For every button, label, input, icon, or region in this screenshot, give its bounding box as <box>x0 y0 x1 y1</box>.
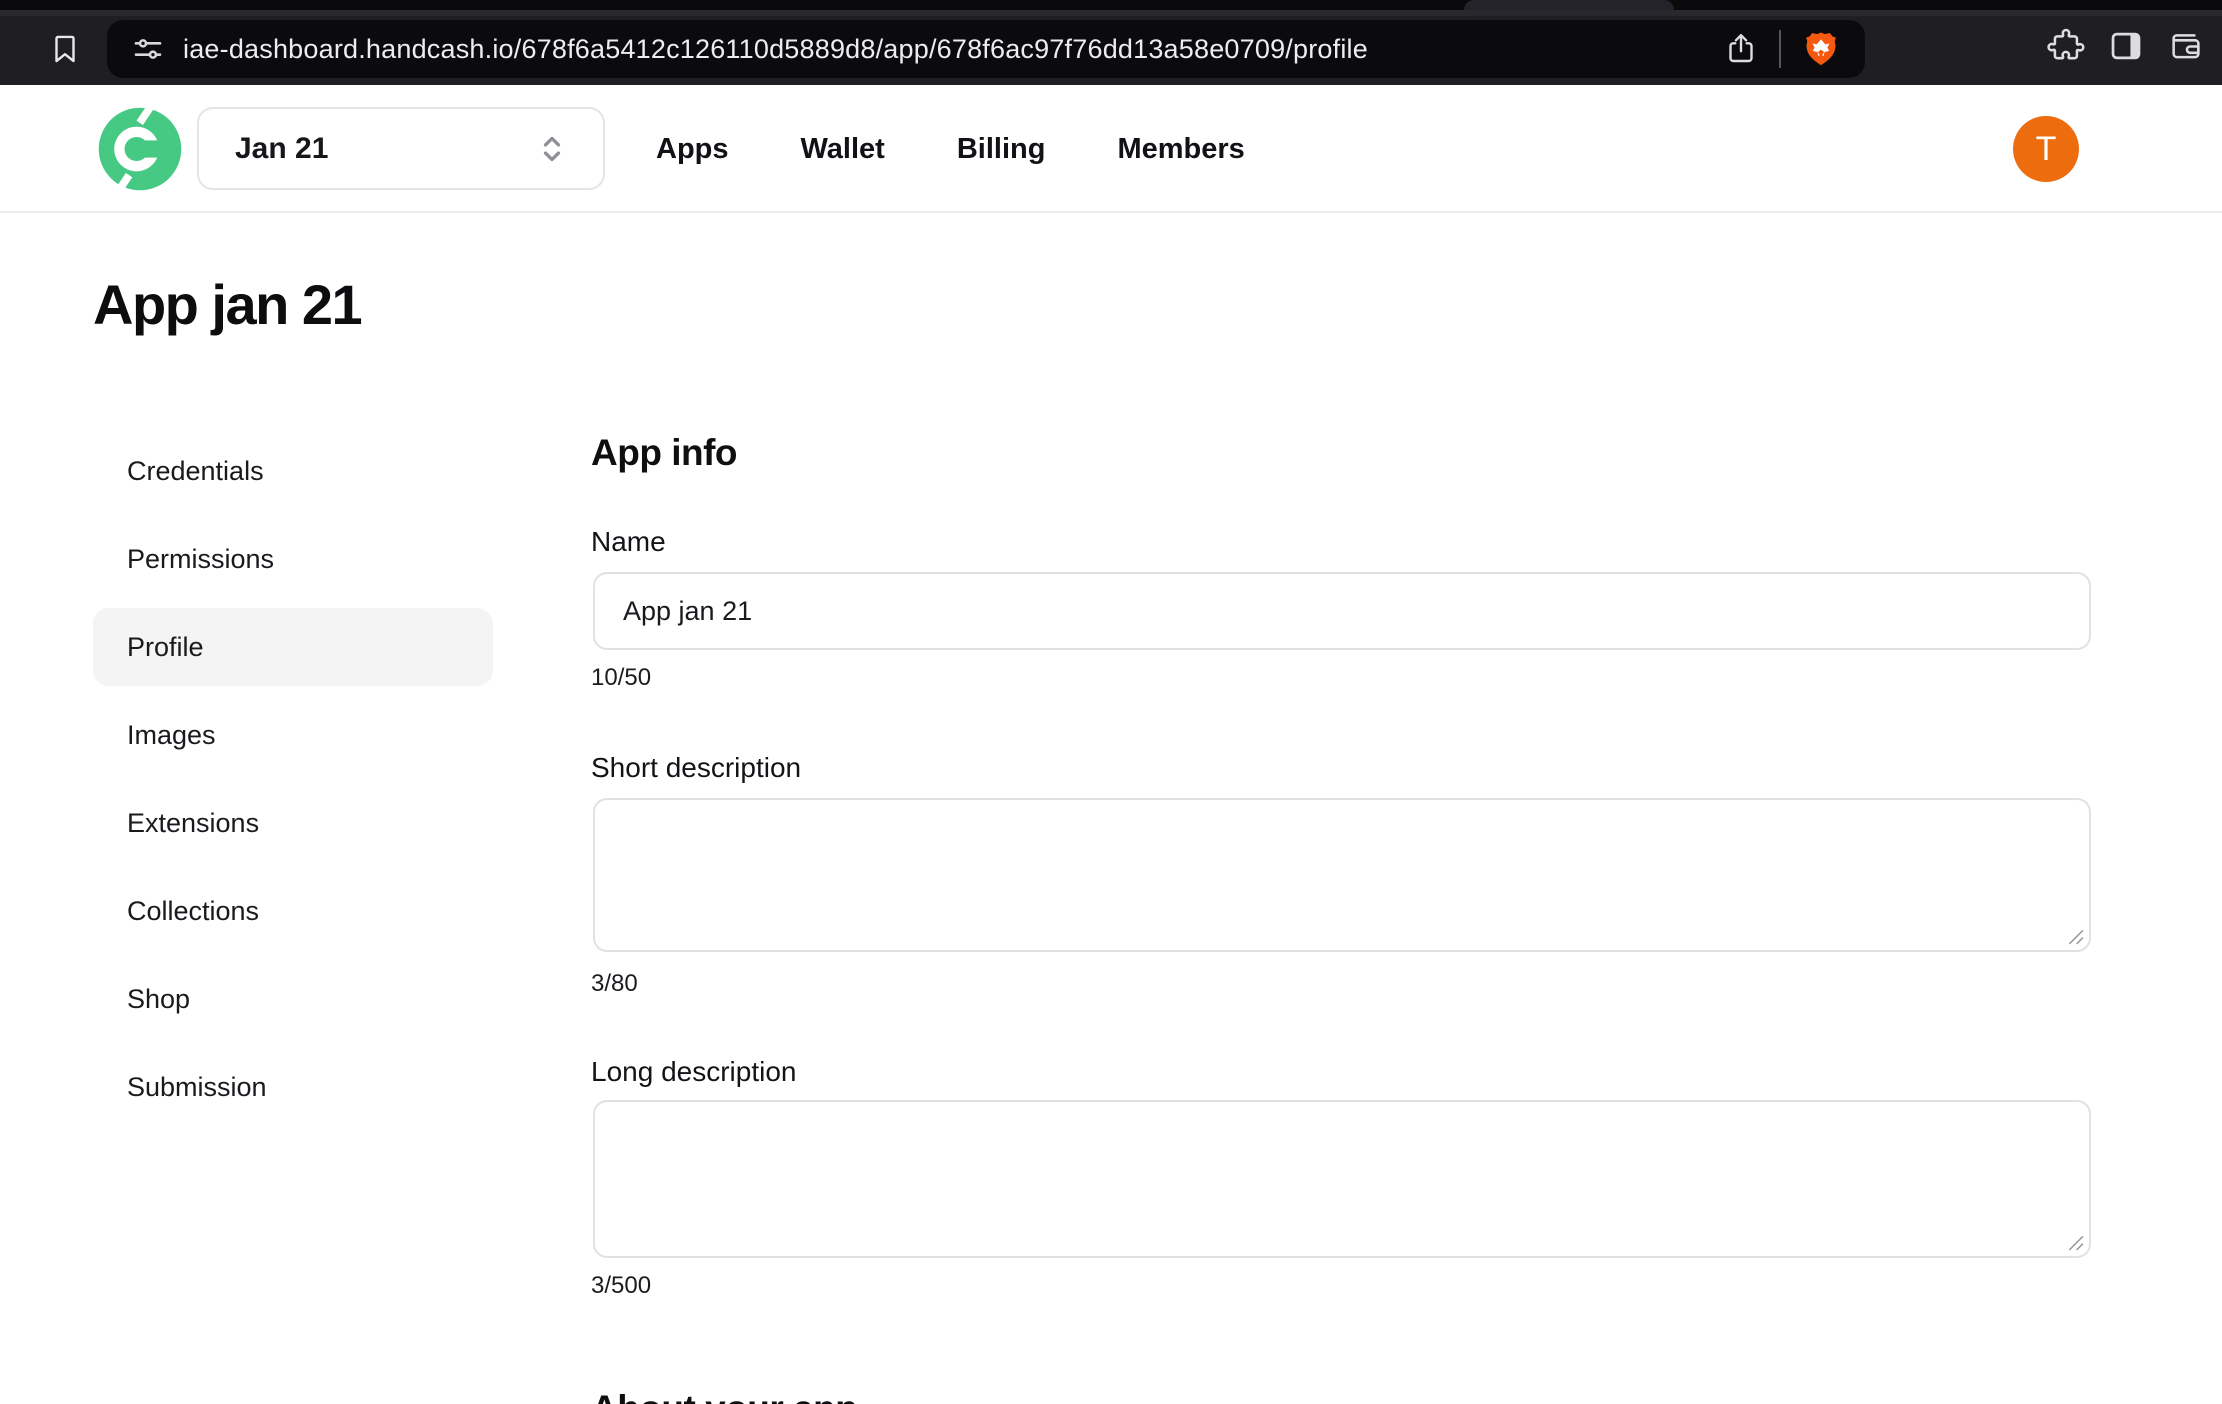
short-description-char-counter: 3/80 <box>591 970 638 998</box>
share-icon[interactable] <box>1721 27 1761 71</box>
site-settings-tune-icon[interactable] <box>129 30 167 68</box>
app-selector-value: Jan 21 <box>235 132 328 166</box>
user-avatar[interactable]: T <box>2013 116 2079 182</box>
url-bar[interactable]: iae-dashboard.handcash.io/678f6a5412c126… <box>107 20 1865 78</box>
section-heading-app-info: App info <box>591 432 737 474</box>
resize-handle-icon[interactable] <box>2066 927 2084 945</box>
nav-item-wallet[interactable]: Wallet <box>801 133 885 166</box>
top-navigation: Apps Wallet Billing Members <box>656 85 1245 213</box>
nav-item-apps[interactable]: Apps <box>656 133 729 166</box>
extensions-puzzle-icon[interactable] <box>2046 26 2086 66</box>
settings-sidebar: Credentials Permissions Profile Images E… <box>93 432 493 1136</box>
wallet-icon[interactable] <box>2166 26 2206 66</box>
sidebar-item-collections[interactable]: Collections <box>93 872 493 950</box>
name-char-counter: 10/50 <box>591 664 651 692</box>
sidebar-item-credentials[interactable]: Credentials <box>93 432 493 510</box>
handcash-logo[interactable] <box>97 106 183 192</box>
tab-strip-divider <box>0 10 2222 16</box>
sidebar-item-submission[interactable]: Submission <box>93 1048 493 1126</box>
profile-form: App info Name 10/50 Short description 3/… <box>591 430 2093 1404</box>
sidebar-item-profile[interactable]: Profile <box>93 608 493 686</box>
sidebar-item-extensions[interactable]: Extensions <box>93 784 493 862</box>
nav-item-billing[interactable]: Billing <box>957 133 1046 166</box>
resize-handle-icon[interactable] <box>2066 1233 2084 1251</box>
name-label: Name <box>591 526 666 558</box>
long-description-label: Long description <box>591 1056 796 1088</box>
toolbar-divider <box>1779 30 1781 68</box>
sidebar-item-permissions[interactable]: Permissions <box>93 520 493 598</box>
nav-item-members[interactable]: Members <box>1117 133 1244 166</box>
sidebar-item-images[interactable]: Images <box>93 696 493 774</box>
bookmark-icon[interactable] <box>44 28 86 70</box>
sidebar-toggle-icon[interactable] <box>2106 26 2146 66</box>
section-heading-about-your-app: About your app <box>591 1388 857 1404</box>
browser-toolbar: iae-dashboard.handcash.io/678f6a5412c126… <box>0 0 2222 85</box>
inactive-tab-sliver <box>1464 0 1674 10</box>
app-selector-dropdown[interactable]: Jan 21 <box>197 107 605 190</box>
url-text[interactable]: iae-dashboard.handcash.io/678f6a5412c126… <box>183 34 1721 65</box>
name-input[interactable] <box>593 572 2091 650</box>
sidebar-item-shop[interactable]: Shop <box>93 960 493 1038</box>
app-header: Jan 21 Apps Wallet Billing Members T <box>0 85 2222 213</box>
brave-shield-icon[interactable] <box>1799 26 1843 72</box>
long-description-char-counter: 3/500 <box>591 1272 651 1300</box>
page-title: App jan 21 <box>93 272 361 337</box>
short-description-label: Short description <box>591 752 801 784</box>
long-description-textarea[interactable] <box>593 1100 2091 1258</box>
short-description-textarea[interactable] <box>593 798 2091 952</box>
tab-strip <box>0 0 2222 10</box>
chevron-updown-icon <box>539 129 565 169</box>
avatar-letter: T <box>2036 130 2057 169</box>
